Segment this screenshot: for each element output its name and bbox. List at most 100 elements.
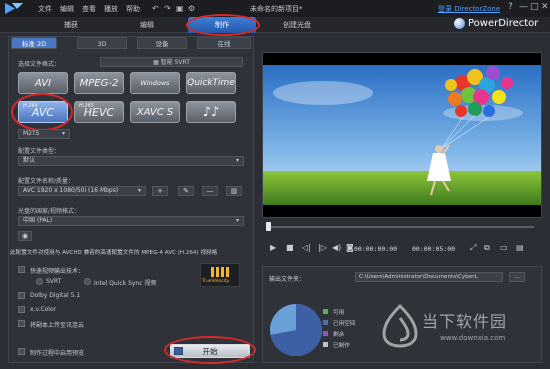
legend-remaining: 剩余 bbox=[333, 332, 345, 338]
previous-frame-icon[interactable]: ◁| bbox=[302, 243, 311, 252]
preview-window bbox=[262, 52, 542, 218]
svrt-icon: ▦ bbox=[153, 59, 161, 66]
dolby-checkbox[interactable] bbox=[18, 292, 25, 299]
settings-gear-icon[interactable]: ⚙ bbox=[188, 4, 195, 13]
brand-logo-icon bbox=[454, 18, 465, 29]
watermark-logo-icon bbox=[382, 304, 418, 348]
legend-used: 已用空间 bbox=[333, 321, 356, 327]
enable-preview-checkbox[interactable] bbox=[18, 348, 25, 355]
quicksync-radio-label: Intel Quick Sync 视频 bbox=[94, 280, 157, 287]
edit-profile-button[interactable]: ✎ bbox=[178, 186, 194, 196]
profile-name-value: AVC 1920 x 1080/50i (16 Mbps) bbox=[23, 187, 119, 194]
maximize-icon[interactable]: □ bbox=[530, 2, 539, 12]
chevron-down-icon: ▾ bbox=[235, 157, 239, 164]
undock-icon[interactable]: ⧉ bbox=[484, 243, 490, 253]
format-label: QuickTime bbox=[187, 78, 235, 88]
profile-type-label: 配置文件类型： bbox=[18, 148, 61, 155]
undo-icon[interactable]: ↶ bbox=[152, 4, 159, 13]
truevelocity-badge: TrueVelocity bbox=[200, 263, 240, 287]
output-folder-label: 输出文件夹： bbox=[269, 276, 306, 283]
fast-render-checkbox[interactable] bbox=[18, 266, 25, 273]
highlight-circle-produce-tab bbox=[186, 14, 260, 36]
format-sup: H.265 bbox=[79, 103, 94, 109]
format-xavcs-button[interactable]: XAVC S bbox=[130, 101, 180, 123]
monitor-icon[interactable]: ▭ bbox=[500, 243, 508, 252]
tab-device[interactable]: 设备 bbox=[137, 37, 187, 49]
dolby-label: Dolby Digital 5.1 bbox=[30, 292, 81, 299]
velocity-bars-icon bbox=[211, 267, 229, 277]
legend-swatch-produced bbox=[323, 342, 328, 347]
add-profile-button[interactable]: + bbox=[152, 186, 168, 196]
playback-controls: ▶ ■ ◁| |▷ ◀) ◙ 00:00:00:00 00:00:05:00 ⤢… bbox=[262, 242, 542, 256]
format-audio-button[interactable]: ♪♪ bbox=[186, 101, 236, 123]
legend-swatch-available bbox=[323, 309, 328, 314]
menu-file[interactable]: 文件 bbox=[38, 4, 52, 14]
highlight-circle-avc bbox=[11, 93, 73, 131]
region-dropdown[interactable]: 中国 (PAL) ▾ bbox=[18, 216, 244, 226]
timeline-slider-handle[interactable] bbox=[266, 222, 271, 231]
legend-swatch-remaining bbox=[323, 331, 328, 336]
snapshot-icon[interactable]: ▣ bbox=[176, 4, 184, 13]
container-dropdown[interactable]: M2TS ▾ bbox=[18, 129, 70, 139]
upload-cloud-checkbox[interactable] bbox=[18, 320, 25, 327]
tab-online[interactable]: 在线 bbox=[197, 37, 251, 49]
browse-folder-button[interactable]: ... bbox=[509, 272, 525, 282]
watermark-text: 当下软件园 bbox=[422, 312, 508, 331]
output-folder-path[interactable]: C:\Users\Administrator\Documents\CyberL bbox=[355, 272, 503, 282]
next-frame-icon[interactable]: |▷ bbox=[318, 243, 327, 252]
delete-profile-button[interactable]: — bbox=[202, 186, 218, 196]
quicksync-radio[interactable] bbox=[84, 278, 91, 285]
timeline-track[interactable] bbox=[268, 226, 534, 228]
container-value: M2TS bbox=[23, 130, 40, 137]
menu-help[interactable]: 帮助 bbox=[126, 4, 140, 14]
format-windows-media-button[interactable]: Windows Media bbox=[130, 72, 180, 108]
menu-play[interactable]: 播放 bbox=[104, 4, 118, 14]
profile-type-value: 默认 bbox=[23, 157, 36, 164]
close-icon[interactable]: ✕ bbox=[541, 2, 549, 12]
xvcolor-label: x.v.Color bbox=[30, 306, 57, 313]
tab-edit[interactable]: 编辑 bbox=[112, 17, 182, 33]
format-label: AVI bbox=[34, 78, 52, 89]
smart-svrt-button[interactable]: ▦ 智能 SVRT bbox=[100, 57, 243, 67]
upload-cloud-label: 将副本上传至讯连云 bbox=[30, 322, 85, 329]
menu-edit[interactable]: 编辑 bbox=[60, 4, 74, 14]
format-mpeg2-button[interactable]: MPEG-2 bbox=[74, 72, 124, 94]
login-directorzone-link[interactable]: 登录 DirectorZone bbox=[438, 4, 500, 14]
powerdirector-window: 文件 编辑 查看 播放 帮助 ↶ ↷ ▣ ⚙ 未命名的新项目* 登录 Direc… bbox=[0, 0, 550, 369]
format-label: MPEG-2 bbox=[79, 78, 119, 89]
disk-usage-pie bbox=[270, 304, 322, 356]
svrt-radio-label: SVRT bbox=[46, 278, 62, 285]
tab-capture[interactable]: 捕获 bbox=[30, 17, 112, 33]
eye-preview-button[interactable]: ◉ bbox=[18, 231, 32, 241]
tab-3d[interactable]: 3D bbox=[77, 37, 127, 49]
tab-standard-2d[interactable]: 标准 2D bbox=[11, 37, 57, 49]
format-quicktime-button[interactable]: QuickTime bbox=[186, 72, 236, 94]
profile-info-button[interactable]: ▥ bbox=[226, 186, 242, 196]
stop-icon[interactable]: ■ bbox=[286, 243, 294, 252]
svrt-radio[interactable] bbox=[36, 278, 43, 285]
menu-view[interactable]: 查看 bbox=[82, 4, 96, 14]
minimize-icon[interactable]: — bbox=[519, 2, 528, 12]
tab-create-disc[interactable]: 创建光盘 bbox=[262, 17, 332, 33]
redo-icon[interactable]: ↷ bbox=[164, 4, 171, 13]
play-icon[interactable]: ▶ bbox=[270, 243, 276, 252]
profile-name-dropdown[interactable]: AVC 1920 x 1080/50i (16 Mbps) ▾ bbox=[18, 186, 146, 196]
format-avi-button[interactable]: AVI bbox=[18, 72, 68, 94]
fullscreen-icon[interactable]: ⤢ bbox=[470, 243, 476, 253]
snapshot-camera-icon[interactable]: ◙ bbox=[346, 243, 354, 252]
help-icon[interactable]: ? bbox=[508, 2, 513, 12]
current-timecode: 00:00:00:00 bbox=[354, 245, 398, 253]
chevron-down-icon: ▾ bbox=[61, 130, 65, 137]
brand: PowerDirector bbox=[454, 14, 550, 36]
fast-render-label: 快速视频输出技术： bbox=[30, 268, 85, 275]
profile-type-dropdown[interactable]: 默认 ▾ bbox=[18, 156, 244, 166]
xvcolor-checkbox[interactable] bbox=[18, 306, 25, 313]
3d-toggle-icon[interactable]: ▤ bbox=[516, 243, 524, 252]
eye-icon: ◉ bbox=[21, 232, 29, 240]
format-hevc-button[interactable]: H.265 HEVC bbox=[74, 101, 124, 123]
site-watermark: 当下软件园 www.downxia.com bbox=[376, 300, 546, 360]
volume-icon[interactable]: ◀) bbox=[332, 243, 341, 252]
sub-tabs: 标准 2D 3D 设备 在线 bbox=[9, 37, 253, 49]
highlight-circle-start bbox=[164, 336, 256, 364]
total-timecode: 00:00:05:00 bbox=[412, 245, 456, 253]
